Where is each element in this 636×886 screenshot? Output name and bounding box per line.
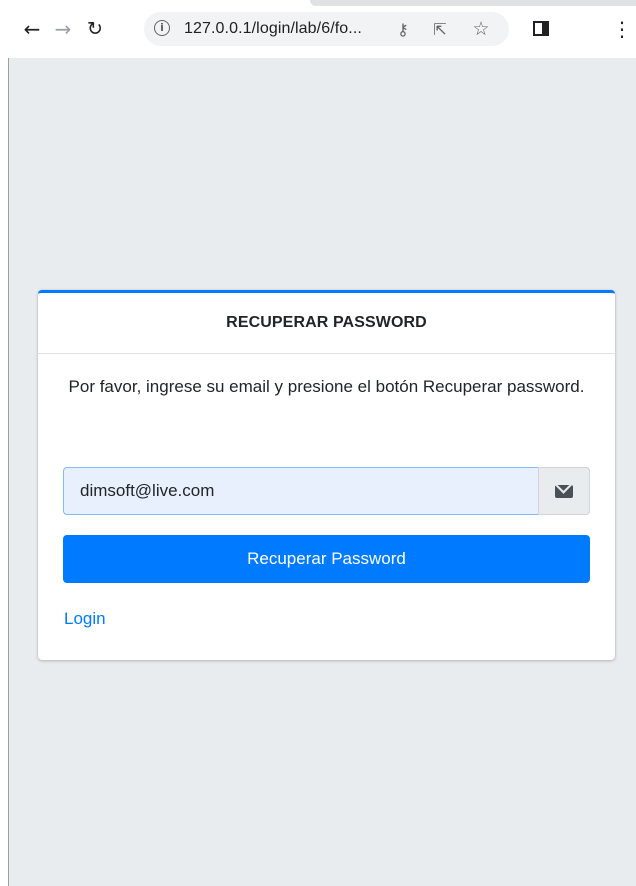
login-link[interactable]: Login bbox=[64, 609, 106, 629]
recover-password-card: RECUPERAR PASSWORD Por favor, ingrese su… bbox=[38, 290, 615, 660]
browser-toolbar: ← → ↻ i 127.0.0.1/login/lab/6/fo... ⚷ ⇱ … bbox=[0, 0, 636, 58]
reload-icon: ↻ bbox=[87, 18, 103, 40]
email-addon bbox=[538, 467, 590, 515]
arrow-right-icon: → bbox=[54, 17, 72, 41]
forward-button[interactable]: → bbox=[51, 17, 75, 41]
recover-password-button[interactable]: Recuperar Password bbox=[63, 535, 590, 583]
reload-button[interactable]: ↻ bbox=[83, 17, 107, 41]
share-icon[interactable]: ⇱ bbox=[429, 18, 451, 40]
envelope-icon bbox=[555, 484, 573, 498]
instructions-text: Por favor, ingrese su email y presione e… bbox=[68, 377, 585, 396]
tab-strip bbox=[310, 0, 636, 6]
back-button[interactable]: ← bbox=[20, 17, 44, 41]
page-content: RECUPERAR PASSWORD Por favor, ingrese su… bbox=[0, 58, 636, 886]
kebab-menu-icon[interactable]: ⋮ bbox=[612, 17, 632, 41]
email-input-group bbox=[63, 467, 590, 515]
browser-window: ← → ↻ i 127.0.0.1/login/lab/6/fo... ⚷ ⇱ … bbox=[0, 0, 636, 886]
page-title: RECUPERAR PASSWORD bbox=[226, 314, 427, 331]
window-left-edge bbox=[0, 58, 9, 886]
side-panel-icon[interactable] bbox=[533, 21, 549, 36]
url-text[interactable]: 127.0.0.1/login/lab/6/fo... bbox=[184, 20, 362, 38]
star-icon[interactable]: ☆ bbox=[470, 18, 492, 40]
email-field[interactable] bbox=[63, 467, 538, 515]
card-header: RECUPERAR PASSWORD bbox=[38, 293, 615, 354]
key-icon[interactable]: ⚷ bbox=[392, 18, 414, 40]
address-bar[interactable]: i 127.0.0.1/login/lab/6/fo... ⚷ ⇱ ☆ bbox=[144, 12, 509, 46]
info-icon[interactable]: i bbox=[154, 20, 170, 36]
arrow-left-icon: ← bbox=[23, 17, 41, 41]
